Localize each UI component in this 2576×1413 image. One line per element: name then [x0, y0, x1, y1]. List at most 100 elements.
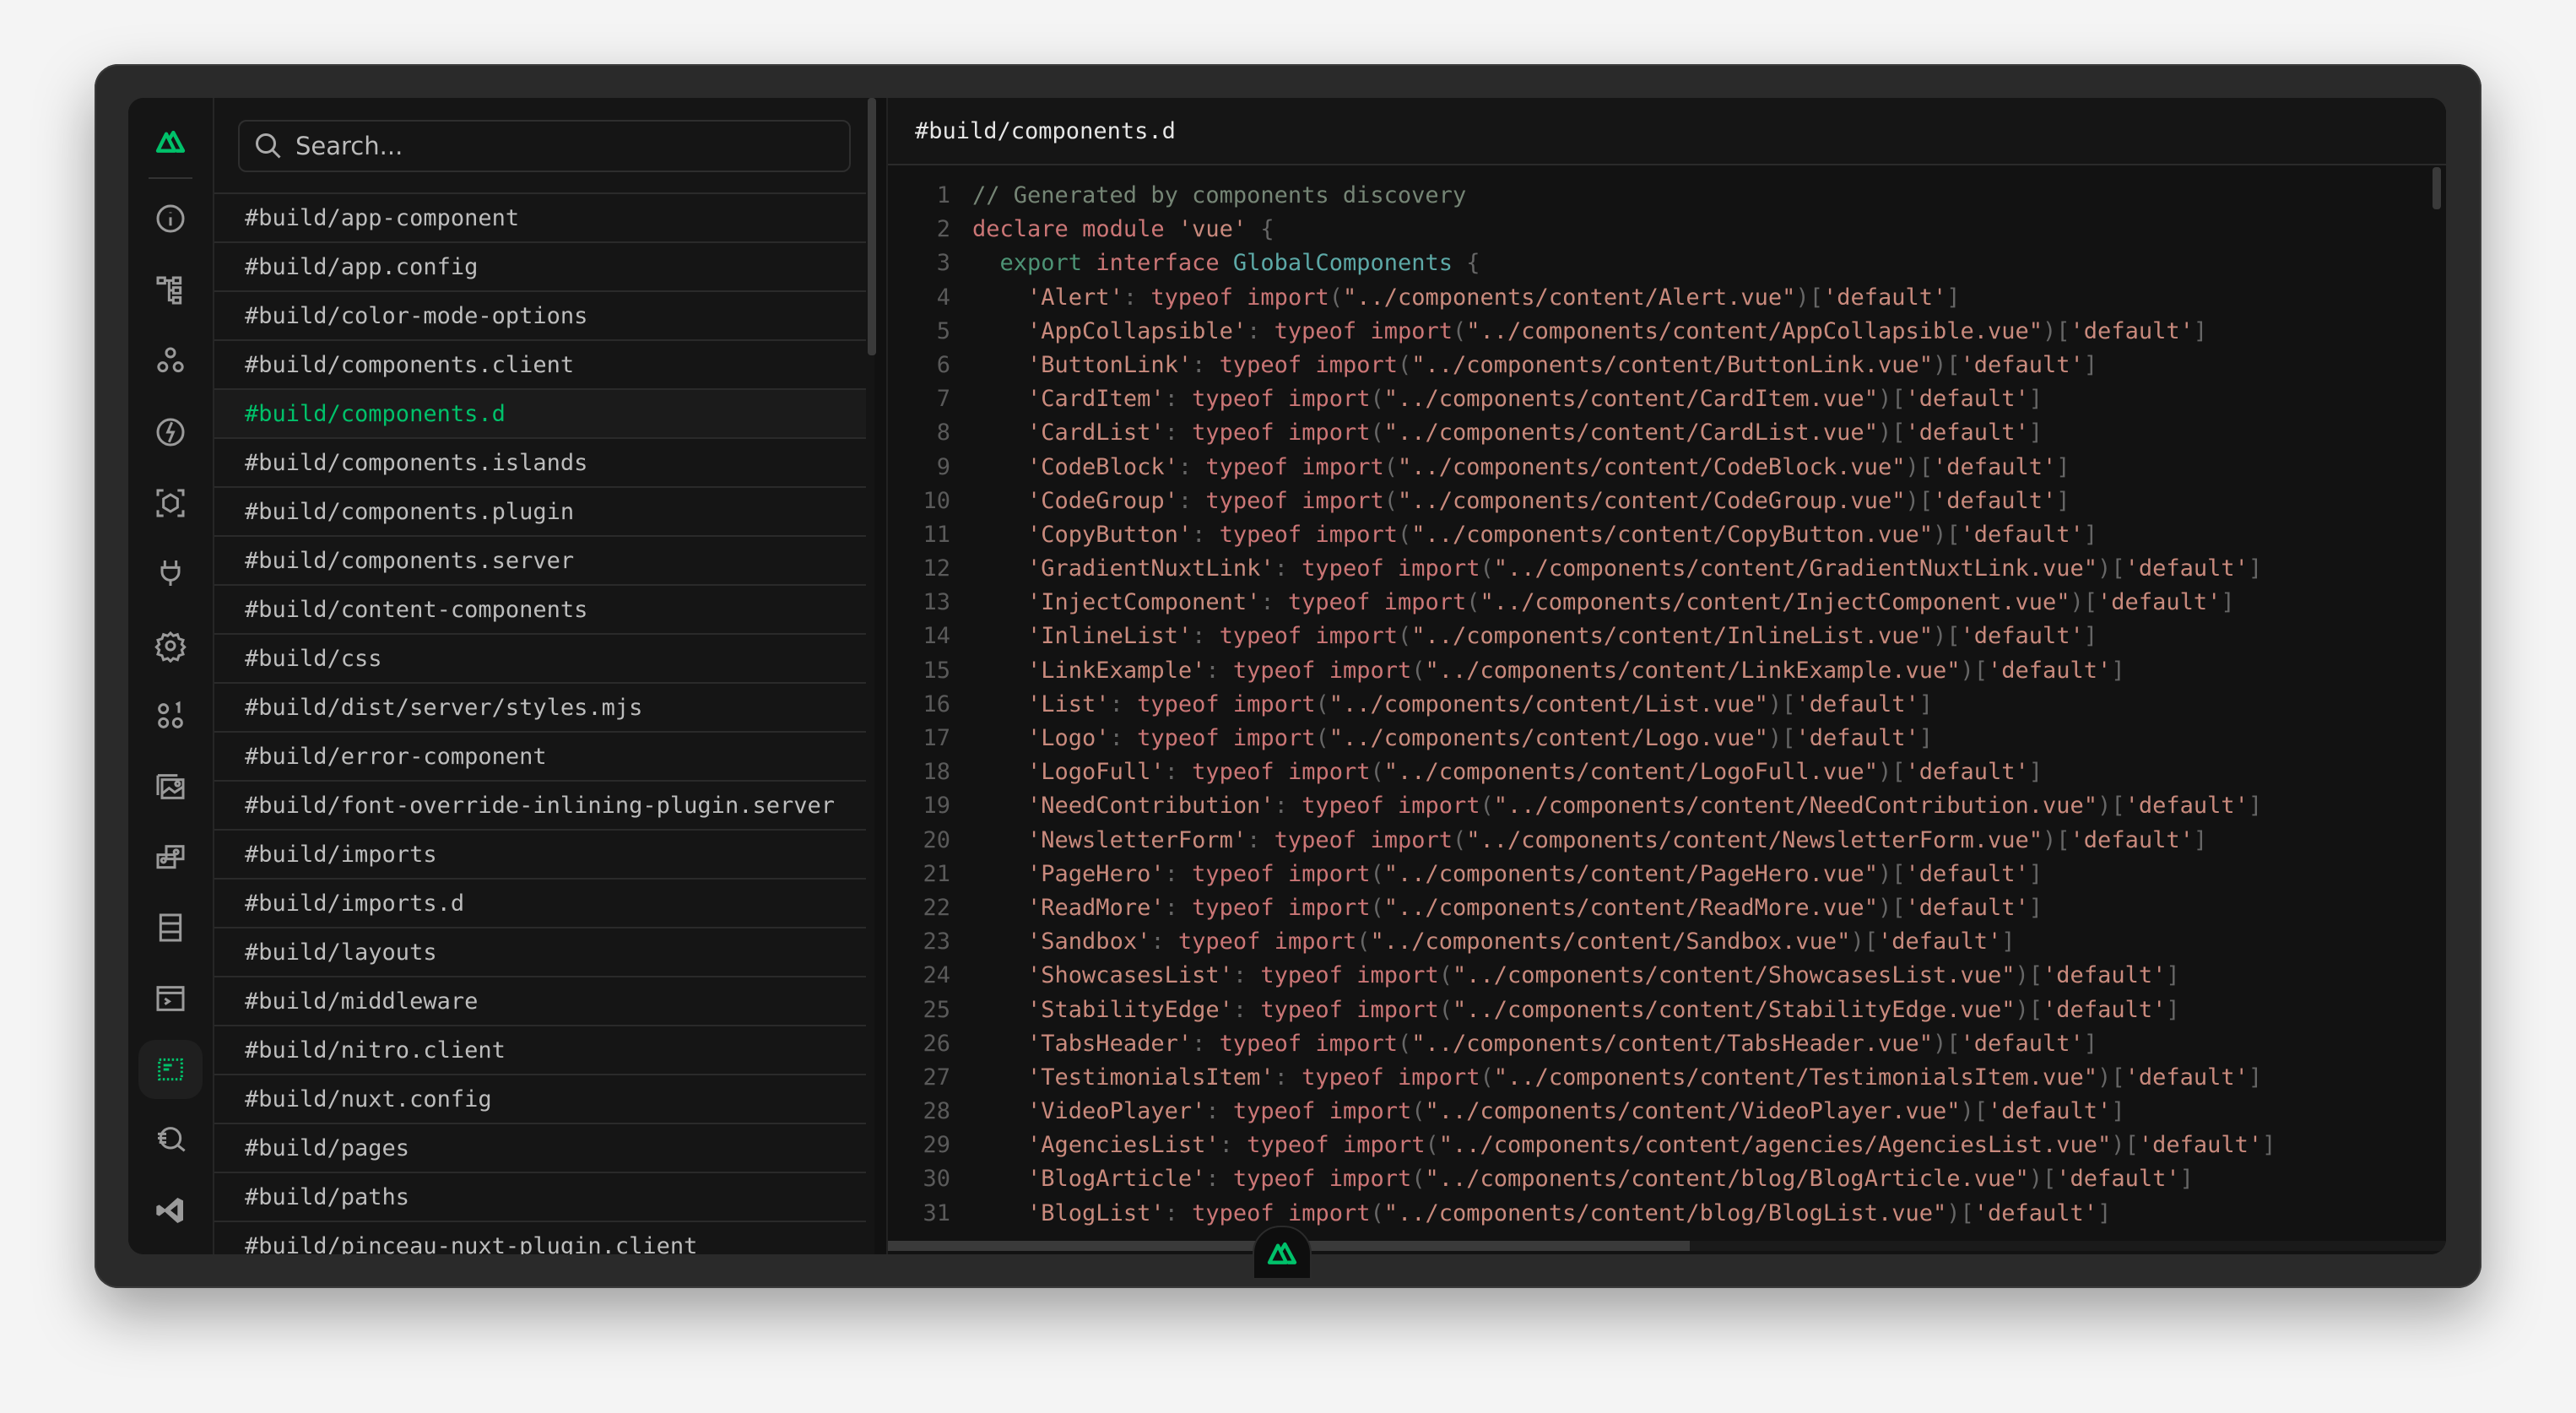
- file-list-item[interactable]: #build/paths: [214, 1172, 866, 1221]
- code-line: 14 'InlineList': typeof import("../compo…: [888, 620, 2446, 653]
- line-number: 23: [923, 928, 950, 956]
- file-list-item[interactable]: #build/content-components: [214, 584, 866, 633]
- code-line: 10 'CodeGroup': typeof import("../compon…: [888, 485, 2446, 518]
- code-line: 9 'CodeBlock': typeof import("../compone…: [888, 451, 2446, 485]
- plugins-icon[interactable]: [150, 553, 191, 593]
- file-list-item[interactable]: #build/components.client: [214, 339, 866, 388]
- code-line: 13 'InjectComponent': typeof import("../…: [888, 586, 2446, 620]
- line-code: 'CodeGroup': typeof import("../component…: [1027, 487, 2070, 514]
- code-vertical-scrollbar[interactable]: [2433, 167, 2441, 209]
- code-line: 16 'List': typeof import("../components/…: [888, 688, 2446, 722]
- code-line: 30 'BlogArticle': typeof import("../comp…: [888, 1162, 2446, 1196]
- line-number: 18: [923, 759, 950, 786]
- line-code: 'InlineList': typeof import("../componen…: [1027, 623, 2098, 650]
- line-number: 3: [936, 250, 950, 277]
- code-line: 17 'Logo': typeof import("../components/…: [888, 722, 2446, 755]
- code-line: 6 'ButtonLink': typeof import("../compon…: [888, 349, 2446, 382]
- file-list-item[interactable]: #build/imports: [214, 829, 866, 878]
- code-line: 26 'TabsHeader': typeof import("../compo…: [888, 1027, 2446, 1061]
- file-list-item[interactable]: #build/components.server: [214, 535, 866, 584]
- assets-icon[interactable]: [150, 766, 191, 807]
- line-code: 'StabilityEdge': typeof import("../compo…: [1027, 996, 2180, 1023]
- vscode-icon[interactable]: [150, 1190, 191, 1231]
- file-list-item[interactable]: #build/nitro.client: [214, 1025, 866, 1074]
- hooks-icon[interactable]: [150, 837, 191, 878]
- line-code: 'VideoPlayer': typeof import("../compone…: [1027, 1098, 2125, 1125]
- code-line: 7 'CardItem': typeof import("../componen…: [888, 382, 2446, 416]
- line-code: 'BlogArticle': typeof import("../compone…: [1027, 1166, 2194, 1193]
- file-list-item[interactable]: #build/app-component: [214, 192, 866, 241]
- line-code: 'TestimonialsItem': typeof import("../co…: [1027, 1064, 2263, 1091]
- code-line: 2 declare module 'vue' {: [888, 213, 2446, 246]
- code-line: 28 'VideoPlayer': typeof import("../comp…: [888, 1095, 2446, 1129]
- info-icon[interactable]: [150, 198, 191, 239]
- code-line: 19 'NeedContribution': typeof import("..…: [888, 789, 2446, 823]
- line-code: 'LinkExample': typeof import("../compone…: [1027, 657, 2125, 684]
- line-number: 30: [923, 1166, 950, 1193]
- code-horizontal-scrollbar[interactable]: [888, 1241, 2446, 1251]
- file-list-item[interactable]: #build/pinceau-nuxt-plugin.client: [214, 1221, 866, 1254]
- line-number: 1: [936, 182, 950, 208]
- line-number: 27: [923, 1064, 950, 1091]
- line-code: 'AppCollapsible': typeof import("../comp…: [1027, 317, 2208, 344]
- code-line: 15 'LinkExample': typeof import("../comp…: [888, 654, 2446, 688]
- file-list-item[interactable]: #build/css: [214, 633, 866, 682]
- line-number: 9: [936, 453, 950, 480]
- modules-icon[interactable]: [150, 483, 191, 523]
- imports-icon[interactable]: [150, 412, 191, 452]
- tree-icon[interactable]: [150, 270, 191, 311]
- code-line: 5 'AppCollapsible': typeof import("../co…: [888, 315, 2446, 349]
- virtual-files-panel: #build/app-component#build/app.config#bu…: [214, 98, 876, 1254]
- file-list-item[interactable]: #build/nuxt.config: [214, 1074, 866, 1123]
- line-number: 2: [936, 216, 950, 243]
- line-number: 29: [923, 1132, 950, 1159]
- virtual-files-icon[interactable]: [150, 1049, 191, 1090]
- line-code: 'Logo': typeof import("../components/con…: [1027, 725, 1934, 751]
- sidebar-rail: [128, 98, 214, 1254]
- line-code: 'GradientNuxtLink': typeof import("../co…: [1027, 555, 2263, 582]
- file-list-item[interactable]: #build/pages: [214, 1123, 866, 1172]
- code-line: 21 'PageHero': typeof import("../compone…: [888, 858, 2446, 891]
- file-list-scrollbar[interactable]: [868, 98, 876, 355]
- file-list-item[interactable]: #build/layouts: [214, 927, 866, 976]
- runtime-config-icon[interactable]: [150, 625, 191, 666]
- file-list-item[interactable]: #build/font-override-inlining-plugin.ser…: [214, 780, 866, 829]
- search-input[interactable]: [294, 131, 804, 161]
- line-code: 'TabsHeader': typeof import("../componen…: [1027, 1030, 2098, 1057]
- line-code: 'PageHero': typeof import("../components…: [1027, 860, 2043, 887]
- line-code: 'BlogList': typeof import("../components…: [1027, 1199, 2112, 1226]
- line-number: 13: [923, 589, 950, 616]
- file-list-item[interactable]: #build/components.islands: [214, 437, 866, 486]
- server-routes-icon[interactable]: [150, 907, 191, 948]
- code-line: 23 'Sandbox': typeof import("../componen…: [888, 925, 2446, 959]
- terminal-icon[interactable]: [150, 978, 191, 1019]
- payload-icon[interactable]: [150, 696, 191, 736]
- line-code: 'Alert': typeof import("../components/co…: [1027, 284, 1961, 311]
- line-code: 'NewsletterForm': typeof import("../comp…: [1027, 826, 2208, 853]
- line-code: 'ButtonLink': typeof import("../componen…: [1027, 351, 2098, 378]
- line-number: 7: [936, 386, 950, 413]
- file-list: #build/app-component #build/app.config #bu…: [214, 192, 866, 1254]
- devtools-window: #build/app-component#build/app.config#bu…: [128, 98, 2446, 1254]
- file-list-item[interactable]: #build/imports.d: [214, 878, 866, 927]
- inspect-icon[interactable]: [150, 1119, 191, 1160]
- file-list-item[interactable]: #build/error-component: [214, 731, 866, 780]
- code-line: 8 'CardList': typeof import("../componen…: [888, 416, 2446, 450]
- file-list-item[interactable]: #build/app.config: [214, 241, 866, 290]
- nuxt-logo-icon[interactable]: [150, 121, 191, 161]
- line-number: 24: [923, 962, 950, 989]
- search-box[interactable]: [238, 120, 851, 172]
- divider: [149, 177, 192, 179]
- code-line: 12 'GradientNuxtLink': typeof import("..…: [888, 552, 2446, 586]
- code-line: 31 'BlogList': typeof import("../compone…: [888, 1197, 2446, 1229]
- file-list-item[interactable]: #build/dist/server/styles.mjs: [214, 682, 866, 731]
- file-list-item[interactable]: #build/middleware: [214, 976, 866, 1025]
- file-list-item[interactable]: #build/components.plugin: [214, 486, 866, 535]
- components-icon[interactable]: [150, 341, 191, 382]
- devtools-toggle-button[interactable]: [1253, 1226, 1312, 1280]
- code-line: 24 'ShowcasesList': typeof import("../co…: [888, 959, 2446, 993]
- file-list-item[interactable]: #build/color-mode-options: [214, 290, 866, 339]
- file-list-item[interactable]: #build/components.d: [214, 388, 866, 437]
- code-viewer: #build/components.d 1 // Generated by com…: [886, 98, 2446, 1254]
- line-code: 'CodeBlock': typeof import("../component…: [1027, 453, 2070, 480]
